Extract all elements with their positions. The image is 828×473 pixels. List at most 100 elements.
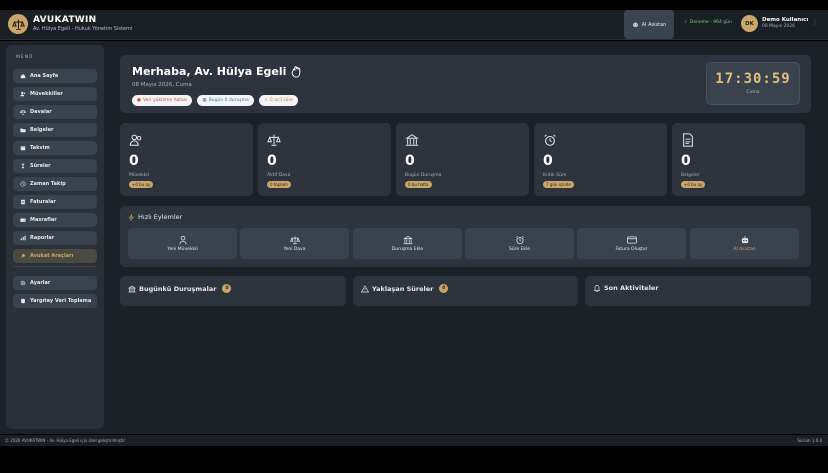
avatar[interactable]: DK — [741, 15, 758, 32]
sidebar-item-label: Avukat Araçları — [30, 253, 74, 259]
quick-actions-card: Hızlı Eylemler Yeni Müvekkil Yeni Dava D… — [120, 206, 811, 267]
new-client-button[interactable]: Yeni Müvekkil — [128, 228, 237, 259]
user-plus-icon — [179, 235, 186, 245]
stat-card-critical-deadlines[interactable]: 0 Kritik Süre 7 gün içinde — [534, 123, 667, 196]
courthouse-icon — [405, 134, 419, 146]
action-label: Yeni Müvekkil — [167, 247, 198, 252]
trial-badge: ✓ Deneme - 964 gün — [684, 20, 732, 25]
panel-title-label: Yaklaşan Süreler — [372, 284, 434, 293]
sidebar: MENÜ Ana Sayfa Müvekkiller Davalar Belge… — [6, 45, 104, 429]
scales-icon — [20, 109, 26, 115]
quick-actions-label: Hızlı Eylemler — [138, 213, 183, 221]
sidebar-item-documents[interactable]: Belgeler — [13, 123, 97, 137]
copyright: © 2026 AVUKATWIN - Av. Hülya Egeli için … — [5, 438, 126, 443]
chip-label: Veri yükleme hatası — [142, 98, 188, 103]
count-badge: 0 — [222, 284, 232, 293]
top-bar: AVUKATWIN Av. Hülya Egeli - Hukuk Yöneti… — [0, 10, 828, 40]
stat-card-active-cases[interactable]: 0 Aktif Dava 0 toplam — [258, 123, 391, 196]
logo — [8, 14, 28, 34]
greeting: Merhaba, Av. Hülya Egeli — [132, 65, 303, 78]
bell-icon — [593, 285, 601, 292]
urgent-deadlines-chip[interactable]: ⚠ 0 acil süre — [258, 95, 299, 106]
sidebar-item-cases[interactable]: Davalar — [13, 105, 97, 119]
sidebar-item-home[interactable]: Ana Sayfa — [13, 69, 97, 83]
stat-badge: +0 bu ay — [129, 181, 154, 188]
panel-title: Son Aktiviteler — [593, 284, 659, 292]
clock-day: Cuma — [746, 90, 760, 95]
add-hearing-button[interactable]: Duruşma Ekle — [353, 228, 462, 259]
scales-icon — [289, 236, 300, 245]
hearings-chip[interactable]: ▦ Bugün 0 duruşma — [197, 95, 254, 106]
stat-card-clients[interactable]: 0 Müvekkil +0 bu ay — [120, 123, 253, 196]
sidebar-item-deadlines[interactable]: Süreler — [13, 159, 97, 173]
panel-title-label: Bugünkü Duruşmalar — [139, 284, 217, 293]
welcome-card: Merhaba, Av. Hülya Egeli 08 Mayıs 2026, … — [120, 55, 811, 113]
stat-value: 0 — [267, 153, 277, 169]
action-label: Süre Ekle — [508, 247, 531, 252]
sidebar-item-data-collection[interactable]: Yargıtay Veri Toplama — [13, 294, 97, 308]
action-label: AI Asistan — [733, 247, 756, 252]
courthouse-icon — [402, 235, 413, 245]
create-invoice-button[interactable]: Fatura Oluştur — [577, 228, 686, 259]
clock-time: 17:30:59 — [715, 71, 791, 87]
users-icon — [129, 134, 142, 146]
add-deadline-button[interactable]: Süre Ekle — [465, 228, 574, 259]
sidebar-item-label: Müvekkiller — [30, 91, 63, 97]
more-icon[interactable]: ⋮ — [812, 19, 818, 26]
new-case-button[interactable]: Yeni Dava — [240, 228, 349, 259]
clock-widget: 17:30:59 Cuma — [706, 62, 800, 105]
ai-assistant-action-button[interactable]: AI Asistan — [690, 228, 799, 259]
home-icon — [20, 74, 26, 79]
sidebar-item-calendar[interactable]: Takvim — [13, 141, 97, 155]
sidebar-item-label: Raporlar — [30, 235, 55, 241]
scales-icon — [267, 134, 281, 146]
sidebar-item-time-tracking[interactable]: Zaman Takip — [13, 177, 97, 191]
calendar-icon: ▦ — [202, 98, 207, 103]
sidebar-item-reports[interactable]: Raporlar — [13, 231, 97, 245]
version: Sürüm 1.0.0 — [797, 438, 822, 443]
greeting-text: Merhaba, Av. Hülya Egeli — [132, 65, 287, 78]
app-name: AVUKATWIN — [33, 15, 97, 25]
stat-label: Bugün Duruşma — [405, 173, 442, 178]
ai-assistant-button[interactable]: AI Asistan — [624, 10, 674, 39]
menu-title: MENÜ — [16, 55, 34, 60]
stat-card-hearings[interactable]: 0 Bugün Duruşma 0 bu hafta — [396, 123, 529, 196]
chip-label: 0 acil süre — [269, 98, 294, 103]
invoice-icon — [21, 199, 25, 205]
ai-assistant-label: AI Asistan — [641, 21, 667, 28]
waving-hand-icon — [292, 65, 301, 78]
action-label: Yeni Dava — [283, 247, 306, 252]
gear-icon — [20, 280, 26, 286]
stat-value: 0 — [681, 153, 691, 169]
wallet-icon — [20, 218, 26, 222]
trial-label: Deneme - 964 gün — [689, 20, 732, 25]
user-info[interactable]: Demo Kullanıcı 08 Mayıs 2026 — [762, 17, 808, 29]
stat-label: Belgeler — [681, 173, 700, 178]
users-icon — [20, 91, 26, 97]
sidebar-item-label: Masraflar — [30, 217, 57, 223]
sidebar-item-invoices[interactable]: Faturalar — [13, 195, 97, 209]
main-stage: MENÜ Ana Sayfa Müvekkiller Davalar Belge… — [0, 41, 828, 434]
sidebar-item-settings[interactable]: Ayarlar — [13, 276, 97, 290]
sidebar-item-lawyer-tools[interactable]: Avukat Araçları — [13, 249, 97, 263]
stat-badge: +0 bu ay — [681, 181, 706, 188]
sidebar-item-label: Takvim — [30, 145, 50, 151]
user-name: Demo Kullanıcı — [762, 17, 809, 23]
stat-value: 0 — [129, 153, 139, 169]
database-icon — [21, 298, 25, 304]
stat-label: Aktif Dava — [267, 173, 291, 178]
sidebar-item-expenses[interactable]: Masraflar — [13, 213, 97, 227]
sidebar-item-label: Süreler — [30, 163, 51, 169]
credit-card-icon — [626, 236, 637, 244]
stat-card-documents[interactable]: 0 Belgeler +0 bu ay — [672, 123, 805, 196]
welcome-date: 08 Mayıs 2026, Cuma — [132, 82, 192, 88]
stat-label: Müvekkil — [129, 173, 149, 178]
stat-value: 0 — [405, 153, 415, 169]
today-hearings-panel: Bugünkü Duruşmalar 0 — [120, 276, 346, 306]
robot-icon — [632, 21, 638, 27]
app-subtitle: Av. Hülya Egeli - Hukuk Yönetim Sistemi — [33, 26, 133, 32]
footer: © 2026 AVUKATWIN - Av. Hülya Egeli için … — [0, 435, 828, 446]
stat-badge: 0 toplam — [267, 181, 291, 188]
sidebar-item-clients[interactable]: Müvekkiller — [13, 87, 97, 101]
error-chip[interactable]: ● Veri yükleme hatası — [132, 95, 193, 106]
